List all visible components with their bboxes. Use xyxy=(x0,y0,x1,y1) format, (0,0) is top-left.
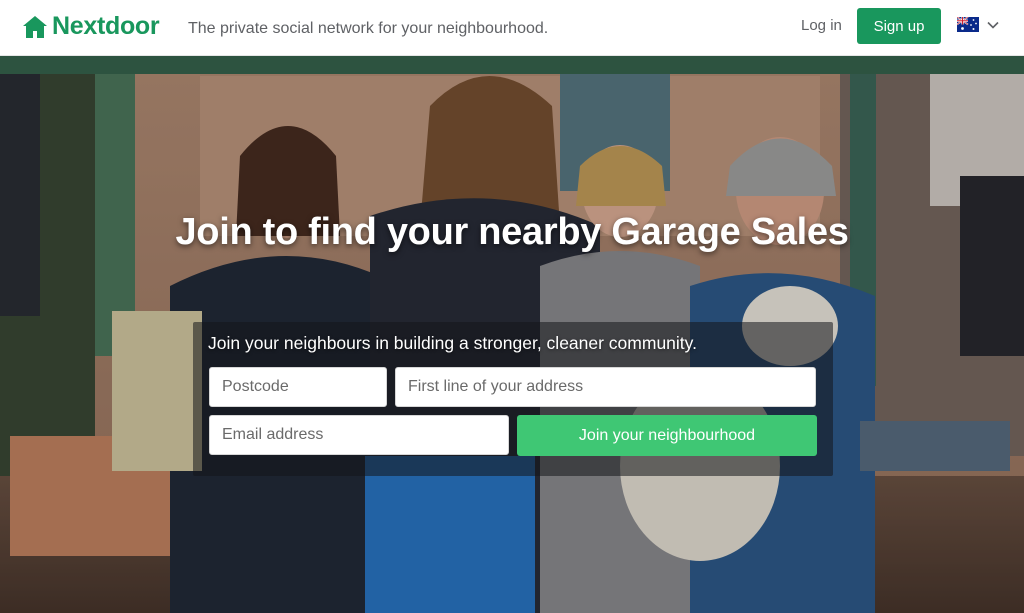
hero-subhead: Join your neighbours in building a stron… xyxy=(208,333,697,353)
address-input[interactable] xyxy=(395,367,816,407)
join-neighbourhood-button[interactable]: Join your neighbourhood xyxy=(517,415,817,456)
email-input[interactable] xyxy=(209,415,509,455)
brand-name: Nextdoor xyxy=(52,12,160,40)
australia-flag-icon xyxy=(957,17,979,32)
login-link[interactable]: Log in xyxy=(801,17,842,34)
nextdoor-logo[interactable]: Nextdoor xyxy=(22,12,160,41)
tagline: The private social network for your neig… xyxy=(188,20,549,37)
site-header: Nextdoor The private social network for … xyxy=(0,0,1024,56)
signup-button[interactable]: Sign up xyxy=(857,8,941,44)
hero-section: Join to find your nearby Garage Sales Jo… xyxy=(0,56,1024,613)
chevron-down-icon xyxy=(987,21,999,29)
country-selector[interactable] xyxy=(957,17,999,32)
postcode-input[interactable] xyxy=(209,367,387,407)
hero-headline: Join to find your nearby Garage Sales xyxy=(175,211,849,253)
house-icon xyxy=(23,15,47,38)
